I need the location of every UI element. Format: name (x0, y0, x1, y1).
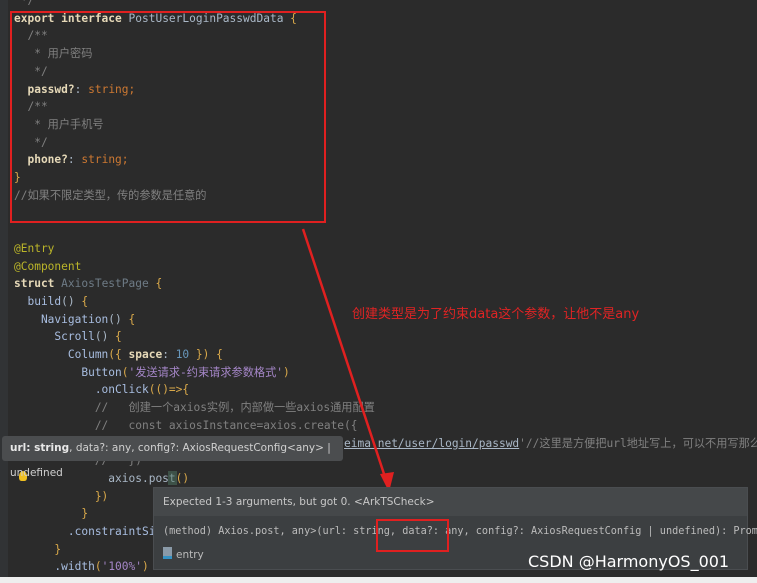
method-signature: (method) Axios.post, any>(url: string, d… (163, 526, 757, 537)
parameter-hint-tooltip: url: string, data?: any, config?: AxiosR… (2, 436, 343, 479)
watermark: CSDN @HarmonyOS_001 (528, 552, 730, 571)
folder-icon (163, 547, 172, 559)
text-cursor (168, 471, 177, 485)
annotation-note: 创建类型是为了约束data这个参数，让他不是any (352, 307, 640, 322)
module-label: entry (163, 547, 204, 561)
module-name: entry (176, 549, 204, 561)
error-message: Expected 1-3 arguments, but got 0. <ArkT… (154, 488, 747, 516)
bottom-strip (0, 577, 757, 583)
highlight-box-data-param (376, 519, 449, 552)
current-param: url: string (10, 442, 70, 454)
